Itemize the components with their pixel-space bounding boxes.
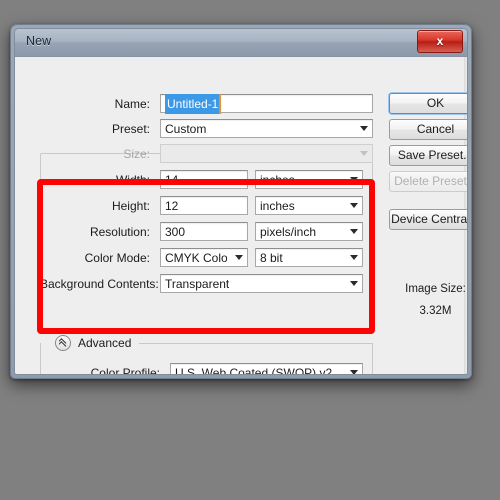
chevron-down-icon bbox=[350, 281, 358, 286]
height-label: Height: bbox=[111, 198, 150, 213]
size-dropdown bbox=[160, 144, 373, 163]
height-unit-value: inches bbox=[260, 198, 295, 213]
size-label: Size: bbox=[123, 146, 150, 161]
delete-preset-button: Delete Preset... bbox=[389, 171, 467, 192]
width-unit-value: inches bbox=[260, 172, 295, 187]
resolution-input[interactable]: 300 bbox=[160, 222, 248, 241]
color-profile-value: U.S. Web Coated (SWOP) v2 bbox=[175, 365, 333, 375]
height-input[interactable]: 12 bbox=[160, 196, 248, 215]
ok-button[interactable]: OK bbox=[389, 93, 467, 114]
chevron-down-icon bbox=[360, 126, 368, 131]
chevron-down-icon bbox=[350, 255, 358, 260]
width-unit-dropdown[interactable]: inches bbox=[255, 170, 363, 189]
name-label: Name: bbox=[114, 96, 150, 111]
width-input[interactable]: 14 bbox=[160, 170, 248, 189]
dialog-title: New bbox=[26, 34, 52, 48]
name-input-value: Untitled-1 bbox=[165, 93, 222, 114]
height-unit-dropdown[interactable]: inches bbox=[255, 196, 363, 215]
size-row: Size: bbox=[40, 143, 373, 164]
image-size-label: Image Size: bbox=[405, 283, 466, 295]
color-profile-dropdown[interactable]: U.S. Web Coated (SWOP) v2 bbox=[170, 363, 363, 375]
preset-dropdown[interactable]: Custom bbox=[160, 119, 373, 138]
close-icon[interactable]: x bbox=[417, 30, 463, 53]
background-contents-value: Transparent bbox=[165, 276, 230, 291]
color-profile-label: Color Profile: bbox=[90, 365, 160, 375]
resolution-row: Resolution: 300 pixels/inch bbox=[40, 221, 373, 242]
bit-depth-value: 8 bit bbox=[260, 250, 283, 265]
advanced-divider bbox=[139, 342, 373, 344]
advanced-label: Advanced bbox=[78, 336, 132, 350]
resolution-unit-value: pixels/inch bbox=[260, 224, 317, 239]
preset-label: Preset: bbox=[111, 121, 150, 136]
resolution-unit-dropdown[interactable]: pixels/inch bbox=[255, 222, 363, 241]
width-label: Width: bbox=[115, 172, 150, 187]
preset-row: Preset: Custom bbox=[40, 118, 373, 139]
chevron-down-icon bbox=[235, 255, 243, 260]
chevron-down-icon bbox=[360, 151, 368, 156]
color-mode-value: CMYK Color bbox=[165, 250, 227, 265]
color-mode-row: Color Mode: CMYK Color 8 bit bbox=[40, 247, 373, 268]
chevron-down-icon bbox=[350, 203, 358, 208]
chevron-down-icon bbox=[350, 229, 358, 234]
device-central-button[interactable]: Device Central... bbox=[389, 209, 467, 230]
dialog-inner: New x Name: Untitled-1 Preset: Custom Si… bbox=[14, 28, 468, 375]
resolution-label: Resolution: bbox=[89, 224, 150, 239]
chevron-down-icon bbox=[350, 370, 358, 374]
bit-depth-dropdown[interactable]: 8 bit bbox=[255, 248, 363, 267]
chevron-up-circle-icon[interactable] bbox=[55, 335, 71, 351]
save-preset-button[interactable]: Save Preset... bbox=[389, 145, 467, 166]
background-contents-label: Background Contents: bbox=[40, 276, 159, 291]
chevron-down-icon bbox=[350, 177, 358, 182]
color-mode-label: Color Mode: bbox=[84, 250, 150, 265]
width-row: Width: 14 inches bbox=[40, 169, 373, 190]
image-size-value: 3.32M bbox=[419, 305, 452, 317]
background-contents-dropdown[interactable]: Transparent bbox=[160, 274, 363, 293]
height-row: Height: 12 inches bbox=[40, 195, 373, 216]
new-document-dialog: New x Name: Untitled-1 Preset: Custom Si… bbox=[10, 24, 472, 379]
background-contents-row: Background Contents: Transparent bbox=[40, 273, 373, 294]
name-input[interactable]: Untitled-1 bbox=[160, 93, 373, 114]
cancel-button[interactable]: Cancel bbox=[389, 119, 467, 140]
color-profile-row: Color Profile: U.S. Web Coated (SWOP) v2 bbox=[40, 362, 373, 375]
name-row: Name: Untitled-1 bbox=[40, 93, 373, 114]
advanced-section-header[interactable]: Advanced bbox=[55, 335, 373, 351]
dialog-body: Name: Untitled-1 Preset: Custom Size: Wi… bbox=[15, 57, 467, 374]
dialog-titlebar[interactable]: New x bbox=[15, 29, 467, 57]
preset-value: Custom bbox=[165, 121, 207, 136]
color-mode-dropdown[interactable]: CMYK Color bbox=[160, 248, 248, 267]
